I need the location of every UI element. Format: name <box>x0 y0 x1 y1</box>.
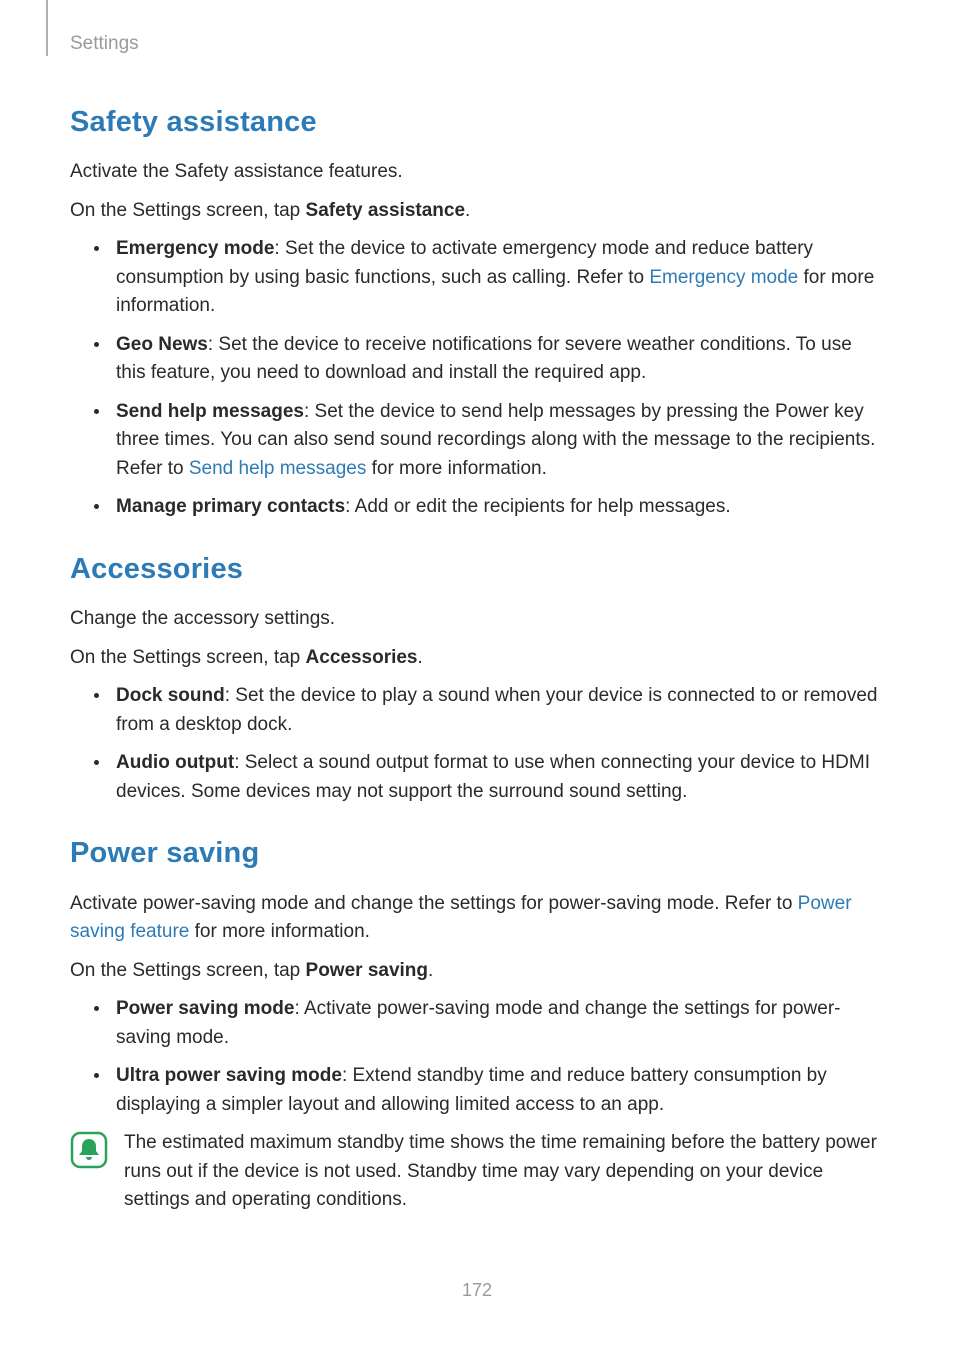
text: On the Settings screen, tap <box>70 960 306 981</box>
text: for more information. <box>366 458 547 479</box>
list-item: Dock sound: Set the device to play a sou… <box>100 682 884 739</box>
text: . <box>465 200 470 221</box>
text: On the Settings screen, tap <box>70 200 306 221</box>
section-title-power: Power saving <box>70 832 884 876</box>
section-title-accessories: Accessories <box>70 548 884 592</box>
text: : Add or edit the recipients for help me… <box>345 496 731 517</box>
safety-list: Emergency mode: Set the device to activa… <box>70 235 884 522</box>
text: On the Settings screen, tap <box>70 647 306 668</box>
item-label: Dock sound <box>116 685 225 706</box>
text: Activate power-saving mode and change th… <box>70 893 798 914</box>
note: The estimated maximum standby time shows… <box>70 1129 884 1215</box>
item-label: Ultra power saving mode <box>116 1065 342 1086</box>
list-item: Ultra power saving mode: Extend standby … <box>100 1062 884 1119</box>
power-nav: On the Settings screen, tap Power saving… <box>70 957 884 986</box>
text: for more information. <box>189 921 370 942</box>
text: : Set the device to receive notification… <box>116 334 852 384</box>
safety-nav: On the Settings screen, tap Safety assis… <box>70 197 884 226</box>
accessories-nav: On the Settings screen, tap Accessories. <box>70 644 884 673</box>
section-title-safety: Safety assistance <box>70 101 884 145</box>
power-intro: Activate power-saving mode and change th… <box>70 890 884 947</box>
safety-intro: Activate the Safety assistance features. <box>70 158 884 187</box>
item-label: Emergency mode <box>116 238 274 259</box>
breadcrumb: Settings <box>70 30 884 59</box>
item-label: Manage primary contacts <box>116 496 345 517</box>
link-send-help-messages[interactable]: Send help messages <box>189 458 366 479</box>
text: . <box>418 647 423 668</box>
item-label: Geo News <box>116 334 208 355</box>
nav-bold: Power saving <box>306 960 429 981</box>
note-text: The estimated maximum standby time shows… <box>124 1129 884 1215</box>
list-item: Geo News: Set the device to receive noti… <box>100 331 884 388</box>
list-item: Send help messages: Set the device to se… <box>100 398 884 484</box>
power-list: Power saving mode: Activate power-saving… <box>70 995 884 1119</box>
nav-bold: Safety assistance <box>306 200 466 221</box>
item-label: Audio output <box>116 752 234 773</box>
list-item: Manage primary contacts: Add or edit the… <box>100 493 884 522</box>
list-item: Audio output: Select a sound output form… <box>100 749 884 806</box>
list-item: Emergency mode: Set the device to activa… <box>100 235 884 321</box>
text: . <box>428 960 433 981</box>
list-item: Power saving mode: Activate power-saving… <box>100 995 884 1052</box>
link-emergency-mode[interactable]: Emergency mode <box>649 267 798 288</box>
nav-bold: Accessories <box>306 647 418 668</box>
bell-icon <box>70 1131 108 1179</box>
accessories-intro: Change the accessory settings. <box>70 605 884 634</box>
page-number: 172 <box>0 1277 954 1304</box>
item-label: Send help messages <box>116 401 304 422</box>
item-label: Power saving mode <box>116 998 294 1019</box>
header-rule <box>46 0 48 56</box>
accessories-list: Dock sound: Set the device to play a sou… <box>70 682 884 806</box>
text: : Set the device to play a sound when yo… <box>116 685 877 735</box>
